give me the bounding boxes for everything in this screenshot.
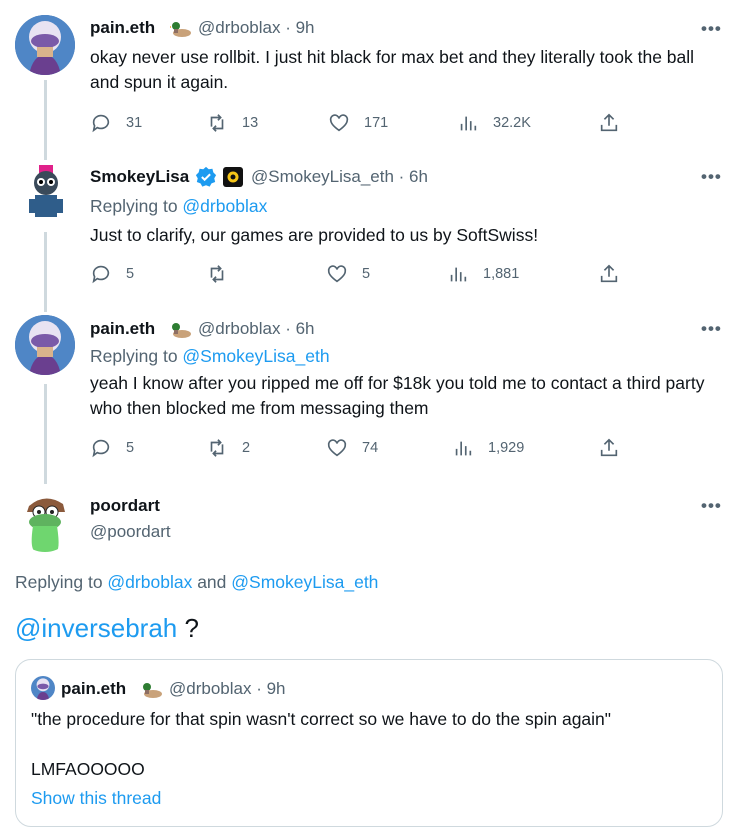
like-button[interactable]: 74 (326, 437, 378, 459)
retweet-button[interactable]: 2 (206, 437, 250, 459)
more-options-button[interactable]: ••• (701, 19, 722, 39)
thread-line-2 (44, 232, 47, 312)
tweet-text: yeah I know after you ripped me off for … (90, 373, 705, 418)
share-button[interactable] (598, 112, 620, 134)
quote-text-line2: LMFAOOOOO (31, 759, 145, 779)
views-button[interactable]: 1,929 (452, 437, 524, 459)
show-thread-link[interactable]: Show this thread (31, 786, 161, 811)
retweet-icon (210, 114, 224, 132)
mention-link[interactable]: @inversebrah (15, 613, 177, 643)
retweet-button[interactable]: 13 (206, 112, 258, 134)
tweet-text: okay never use rollbit. I just hit black… (90, 47, 695, 92)
avatar[interactable] (15, 492, 75, 552)
share-icon (600, 113, 618, 132)
analytics-icon (455, 441, 472, 456)
avatar[interactable] (15, 15, 75, 75)
reply-icon (92, 265, 110, 284)
more-options-button[interactable]: ••• (701, 496, 722, 516)
replying-to: Replying to @SmokeyLisa_eth (90, 346, 330, 366)
retweet-count: 13 (242, 115, 259, 131)
views-button[interactable]: 1,881 (447, 263, 519, 285)
quoted-tweet-card[interactable]: pain.eth @drboblax · 9h "the procedure f… (15, 659, 723, 827)
analytics-icon (450, 267, 467, 282)
reply-icon (92, 114, 110, 133)
author-handle[interactable]: @SmokeyLisa_eth · 6h (251, 167, 428, 187)
like-count: 171 (364, 115, 389, 131)
retweet-icon (210, 439, 224, 457)
heart-icon (329, 114, 349, 132)
view-count: 1,929 (488, 440, 525, 456)
analytics-icon (460, 116, 477, 131)
reply-count: 31 (126, 115, 143, 131)
like-button[interactable]: 5 (326, 263, 370, 285)
reply-button[interactable]: 5 (90, 437, 134, 459)
mention-link[interactable]: @SmokeyLisa_eth (231, 572, 378, 592)
tweet-text: Just to clarify, our games are provided … (90, 225, 539, 245)
share-button[interactable] (598, 263, 620, 285)
retweet-button[interactable] (206, 263, 242, 285)
avatar[interactable] (15, 315, 75, 375)
verified-badge-icon (195, 166, 217, 187)
author-handle[interactable]: @drboblax · 6h (198, 319, 315, 339)
heart-icon (327, 265, 347, 283)
quote-author-name: pain.eth (61, 679, 127, 698)
views-button[interactable]: 32.2K (457, 112, 531, 134)
like-button[interactable]: 171 (328, 112, 388, 134)
retweet-count: 2 (242, 440, 251, 456)
main-tweet-text: @inversebrah ? (15, 613, 199, 643)
avatar (31, 676, 55, 700)
more-options-button[interactable]: ••• (701, 167, 722, 187)
reply-icon (92, 439, 110, 458)
quote-author-handle: @drboblax · 9h (169, 679, 286, 698)
reply-count: 5 (126, 266, 135, 282)
share-icon (600, 438, 618, 457)
replying-to: Replying to @drboblax (90, 196, 268, 216)
view-count: 1,881 (483, 266, 520, 282)
author-name[interactable]: pain.eth (90, 18, 155, 38)
like-count: 5 (362, 266, 371, 282)
heart-icon (327, 439, 347, 457)
thread-line-1 (44, 80, 47, 160)
avatar[interactable] (15, 163, 75, 223)
replying-to: Replying to @drboblax and @SmokeyLisa_et… (15, 572, 379, 592)
like-count: 74 (362, 440, 379, 456)
retweet-icon (210, 265, 224, 283)
author-handle[interactable]: @poordart (90, 522, 171, 542)
share-button[interactable] (598, 437, 620, 459)
affiliate-badge-icon (223, 167, 243, 187)
reply-button[interactable]: 5 (90, 263, 134, 285)
mention-link[interactable]: @drboblax (182, 196, 267, 216)
author-name[interactable]: poordart (90, 496, 160, 516)
thread-line-3 (44, 384, 47, 484)
author-name[interactable]: SmokeyLisa (90, 167, 189, 187)
mention-link[interactable]: @SmokeyLisa_eth (182, 346, 329, 366)
author-handle[interactable]: @drboblax · 9h (198, 18, 315, 38)
duck-emoji-icon (172, 323, 191, 338)
duck-emoji-icon (170, 22, 191, 37)
more-options-button[interactable]: ••• (701, 319, 722, 339)
reply-button[interactable]: 31 (90, 112, 142, 134)
quote-text-line1: "the procedure for that spin wasn't corr… (31, 709, 611, 729)
share-icon (600, 264, 618, 283)
reply-count: 5 (126, 440, 135, 456)
author-name[interactable]: pain.eth (90, 319, 155, 339)
view-count: 32.2K (493, 115, 531, 131)
mention-link[interactable]: @drboblax (107, 572, 192, 592)
duck-emoji-icon (143, 683, 162, 698)
